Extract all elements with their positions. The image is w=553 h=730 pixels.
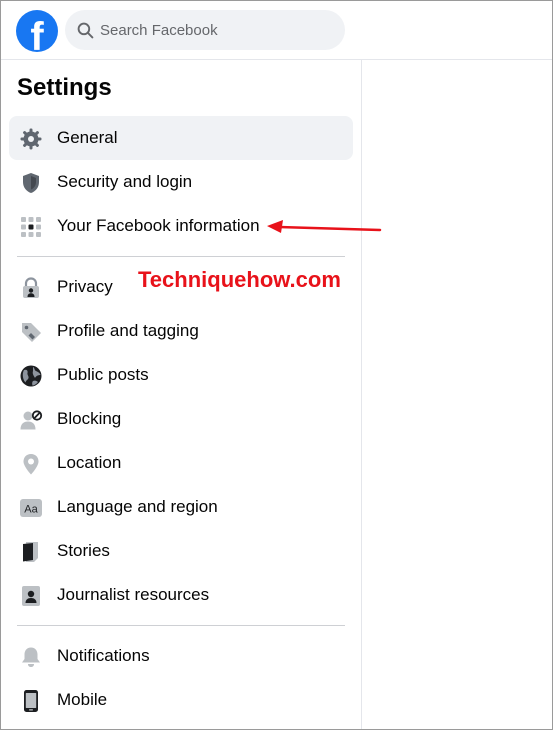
globe-icon: [20, 365, 42, 387]
sidebar-item-location[interactable]: Location: [9, 441, 353, 485]
sidebar-item-label: Profile and tagging: [57, 321, 199, 340]
section-divider: [17, 625, 345, 626]
sidebar-item-blocking[interactable]: Blocking: [9, 397, 353, 441]
facebook-logo[interactable]: f: [16, 10, 58, 58]
bell-icon: [22, 647, 40, 667]
sidebar-item-label: Security and login: [57, 172, 193, 191]
sidebar-item-general[interactable]: General: [9, 116, 353, 160]
sidebar-item-notifications[interactable]: Notifications: [9, 634, 353, 678]
sidebar-item-label: General: [57, 128, 118, 147]
location-pin-icon: [23, 454, 39, 475]
sidebar-item-stories[interactable]: Stories: [9, 529, 353, 573]
top-bar: f: [1, 1, 552, 60]
sidebar-item-journalist[interactable]: Journalist resources: [9, 573, 353, 617]
annotation-arrow: [267, 220, 382, 233]
grid-icon: [21, 217, 41, 237]
sidebar-item-mobile[interactable]: Mobile: [9, 678, 353, 722]
sidebar-item-label: Privacy: [57, 277, 113, 296]
shield-icon: [23, 173, 39, 193]
sidebar-item-label: Location: [57, 453, 122, 472]
sidebar-item-profile-tagging[interactable]: Profile and tagging: [9, 309, 353, 353]
phone-icon: [24, 690, 38, 712]
block-user-icon: [20, 410, 43, 430]
sidebar-item-language[interactable]: Aa Language and region: [9, 485, 353, 529]
badge-icon: [22, 586, 40, 606]
window-frame: f Settings General: [0, 0, 553, 730]
svg-text:Aa: Aa: [24, 504, 38, 516]
gear-icon: [20, 128, 42, 150]
tag-icon: [22, 323, 41, 342]
sidebar-item-label: Blocking: [57, 409, 122, 428]
search-input[interactable]: [100, 10, 330, 50]
section-divider: [17, 256, 345, 257]
settings-sidebar: Settings General Security and login Your…: [1, 60, 362, 729]
book-icon: [23, 542, 38, 562]
sidebar-item-label: Language and region: [57, 497, 218, 516]
sidebar-item-label: Mobile: [57, 690, 108, 709]
sidebar-item-security[interactable]: Security and login: [9, 160, 353, 204]
sidebar-item-label: Journalist resources: [57, 585, 210, 604]
lock-icon: [23, 277, 39, 298]
language-icon: Aa: [20, 499, 42, 517]
sidebar-item-label: Stories: [57, 541, 110, 560]
watermark-text: Techniquehow.com: [138, 267, 341, 292]
page-title: Settings: [17, 74, 112, 101]
sidebar-item-public-posts[interactable]: Public posts: [9, 353, 353, 397]
sidebar-item-label: Public posts: [57, 365, 149, 384]
sidebar-item-label: Notifications: [57, 646, 150, 665]
search-box[interactable]: [65, 10, 345, 50]
sidebar-item-label: Your Facebook information: [57, 216, 260, 235]
search-icon: [77, 22, 94, 39]
logo-glyph: f: [30, 15, 44, 59]
